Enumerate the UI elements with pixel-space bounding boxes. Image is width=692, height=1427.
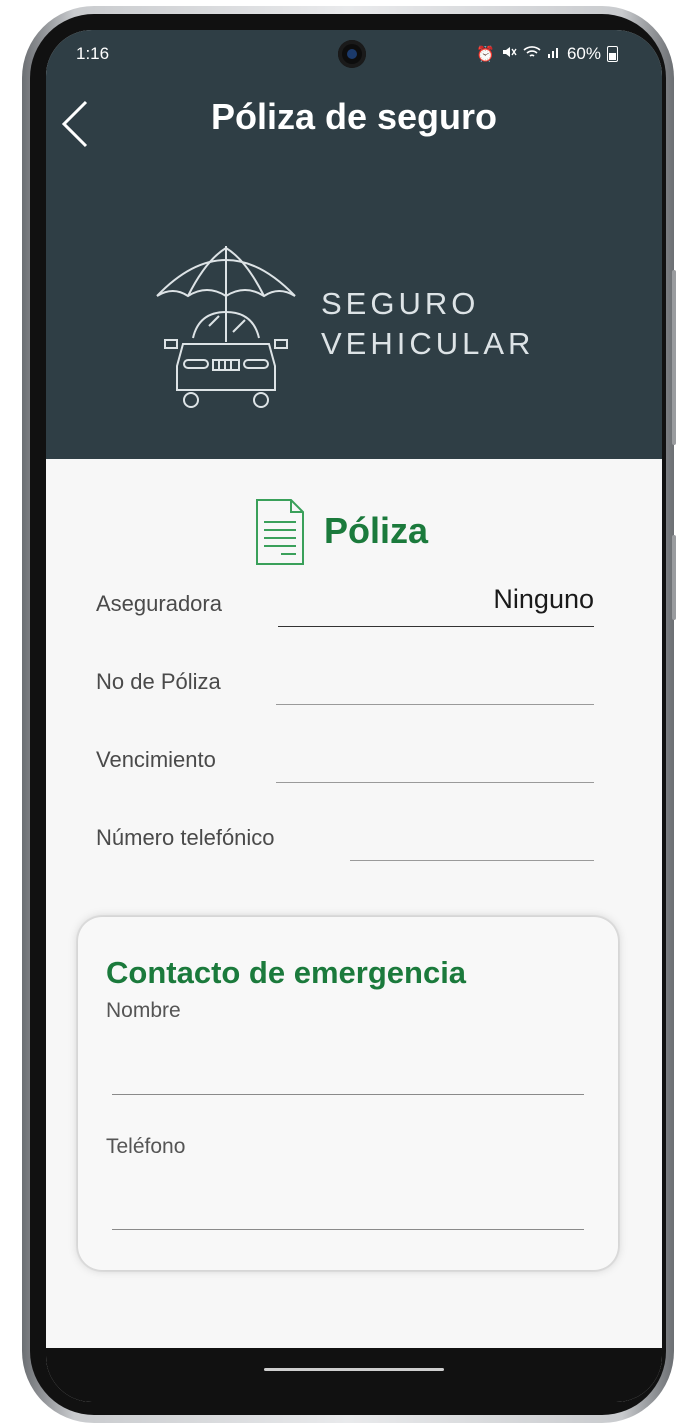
emergency-name-input[interactable] <box>112 1047 584 1093</box>
phone-number-input[interactable] <box>350 820 594 858</box>
insurer-select[interactable]: Ninguno <box>278 584 594 615</box>
logo-line-1: SEGURO <box>321 286 480 321</box>
home-handle[interactable] <box>264 1368 444 1371</box>
battery-percent: 60% <box>566 44 601 63</box>
section-title: Póliza <box>324 510 429 551</box>
app-screen: 1:16 ⏰ 60% Póliza de seguro SEGURO VEHIC… <box>46 30 662 1402</box>
status-icons: ⏰ 60% <box>476 44 618 64</box>
car-umbrella-icon <box>151 242 301 412</box>
emergency-name-underline <box>112 1094 584 1095</box>
page-title: Póliza de seguro <box>210 96 498 137</box>
emergency-name-label: Nombre <box>106 999 181 1022</box>
emergency-phone-label: Teléfono <box>106 1135 186 1158</box>
expiration-label: Vencimiento <box>96 747 216 772</box>
policy-number-underline <box>276 704 594 705</box>
header: 1:16 ⏰ 60% Póliza de seguro SEGURO VEHIC… <box>46 30 662 459</box>
expiration-underline <box>276 782 594 783</box>
volume-button <box>672 270 676 445</box>
wifi-icon <box>523 44 541 64</box>
emergency-phone-underline <box>112 1229 584 1230</box>
emergency-title: Contacto de emergencia <box>106 955 467 990</box>
logo-line-2: VEHICULAR <box>321 326 535 361</box>
front-camera <box>338 40 366 68</box>
insurer-underline <box>278 626 594 627</box>
power-button <box>672 535 676 620</box>
battery-icon <box>607 46 618 62</box>
policy-number-label: No de Póliza <box>96 669 221 694</box>
emergency-contact-card: Contacto de emergencia Nombre Teléfono <box>78 917 618 1270</box>
signal-icon <box>547 44 561 64</box>
expiration-input[interactable] <box>276 742 594 780</box>
status-bar: 1:16 ⏰ 60% <box>46 30 662 76</box>
status-time: 1:16 <box>76 44 110 63</box>
policy-number-input[interactable] <box>276 664 594 702</box>
logo-text: SEGURO VEHICULAR <box>321 284 534 364</box>
alarm-icon: ⏰ <box>476 46 495 63</box>
phone-number-underline <box>350 860 594 861</box>
emergency-phone-input[interactable] <box>112 1183 584 1229</box>
phone-number-label: Número telefónico <box>96 825 275 850</box>
insurer-label: Aseguradora <box>96 591 222 616</box>
document-icon <box>251 498 309 566</box>
system-nav-bar <box>46 1348 662 1402</box>
mute-icon <box>501 44 517 64</box>
